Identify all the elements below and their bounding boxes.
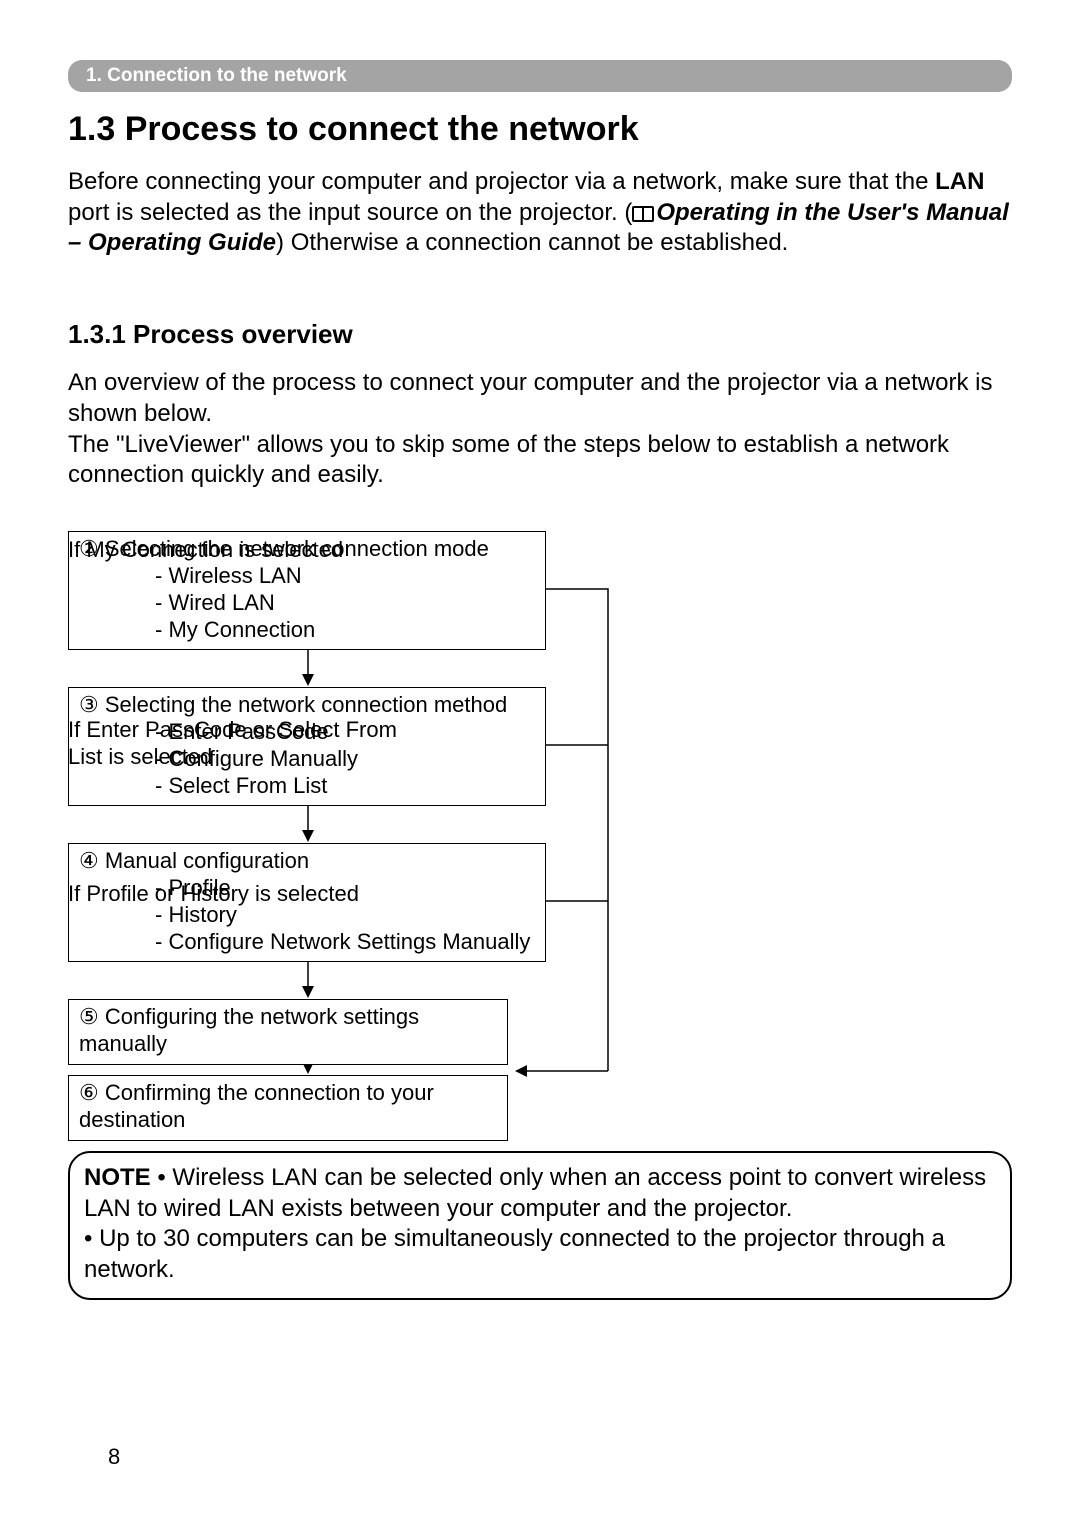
box4-title: ⑤ Conﬁguring the network settings manual… [79,1004,497,1058]
book-icon [632,200,654,216]
note-bullet-1: • Wireless LAN can be selected only when… [84,1164,986,1222]
note-box: NOTE • Wireless LAN can be selected only… [68,1151,1012,1300]
overview-text: An overview of the process to connect yo… [68,368,1012,491]
side-label-3: If Proﬁle or History is selected [68,881,428,908]
side-label-1: If My Connection is selected [68,537,428,564]
box5-title: ⑥ Conﬁrming the connection to your desti… [79,1080,497,1134]
diagram-box-4: ⑤ Conﬁguring the network settings manual… [68,999,508,1065]
intro-part-2: port is selected as the input source on … [68,199,632,226]
section-title: 1.3 Process to connect the network [68,110,1012,149]
note-bullet-2: • Up to 30 computers can be simultaneous… [84,1225,945,1283]
overview-para-1: An overview of the process to connect yo… [68,368,1012,429]
page-number: 8 [108,1444,120,1470]
box1-item-2: - Wired LAN [79,590,535,617]
side-label-2: If Enter PassCode or Select From List is… [68,717,428,771]
intro-paragraph: Before connecting your computer and proj… [68,167,1012,259]
breadcrumb-text: 1. Connection to the network [86,65,347,86]
box3-title: ④ Manual conﬁguration [79,848,535,875]
box2-title: ③ Selecting the network connection metho… [79,692,535,719]
box3-item-3: - Conﬁgure Network Settings Manually [79,929,535,956]
intro-part-3: ) Otherwise a connection cannot be estab… [276,229,788,256]
lan-bold: LAN [935,168,984,195]
overview-para-2: The "LiveViewer" allows you to skip some… [68,430,1012,491]
intro-part-1: Before connecting your computer and proj… [68,168,935,195]
diagram-box-5: ⑥ Conﬁrming the connection to your desti… [68,1075,508,1141]
process-diagram: ② Selecting the network connection mode … [68,531,1012,1111]
box1-item-1: - Wireless LAN [79,563,535,590]
breadcrumb-bar: 1. Connection to the network [68,60,1012,92]
note-label: NOTE [84,1164,151,1191]
box2-item-3: - Select From List [79,773,535,800]
subsection-title: 1.3.1 Process overview [68,319,1012,350]
box1-item-3: - My Connection [79,617,535,644]
